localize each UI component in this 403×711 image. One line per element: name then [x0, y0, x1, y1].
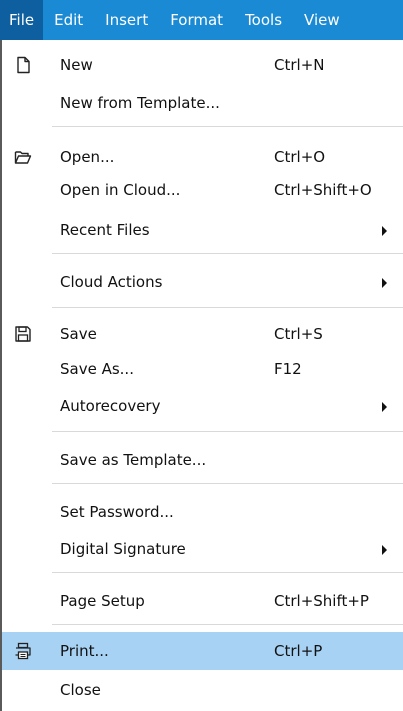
menu-item-label: Recent Files — [60, 221, 150, 239]
menu-item-label: Autorecovery — [60, 397, 161, 415]
menu-item-digital-signature[interactable]: Digital Signature — [2, 534, 403, 564]
menu-edit[interactable]: Edit — [43, 0, 94, 40]
shortcut-label: Ctrl+Shift+O — [274, 181, 372, 199]
shortcut-label: F12 — [274, 360, 302, 378]
menu-item-autorecovery[interactable]: Autorecovery — [2, 391, 403, 421]
menu-item-set-password[interactable]: Set Password... — [2, 497, 403, 527]
menu-item-cloud-actions[interactable]: Cloud Actions — [2, 267, 403, 297]
menu-separator — [52, 624, 403, 625]
menu-item-close[interactable]: Close — [2, 675, 403, 705]
menu-separator — [52, 253, 403, 254]
menu-separator — [52, 431, 403, 432]
menu-item-label: New from Template... — [60, 94, 220, 112]
menu-item-new-from-template[interactable]: New from Template... — [2, 88, 403, 118]
shortcut-label: Ctrl+O — [274, 148, 326, 166]
menu-item-print[interactable]: Print... Ctrl+P — [2, 632, 403, 670]
printer-icon — [15, 642, 31, 660]
menu-item-label: Digital Signature — [60, 540, 186, 558]
menu-item-label: New — [60, 56, 93, 74]
menu-format[interactable]: Format — [159, 0, 234, 40]
menu-bar: File Edit Insert Format Tools View — [0, 0, 403, 40]
save-icon — [15, 326, 31, 342]
menu-item-open[interactable]: Open... Ctrl+O — [2, 142, 403, 172]
menu-item-label: Page Setup — [60, 592, 145, 610]
menu-separator — [52, 307, 403, 308]
menu-item-new[interactable]: New Ctrl+N — [2, 50, 403, 80]
menu-item-open-in-cloud[interactable]: Open in Cloud... Ctrl+Shift+O — [2, 175, 403, 205]
menu-file[interactable]: File — [0, 0, 44, 40]
shortcut-label: Ctrl+N — [274, 56, 325, 74]
menu-item-recent-files[interactable]: Recent Files — [2, 215, 403, 245]
menu-tools[interactable]: Tools — [234, 0, 293, 40]
menu-item-save-as-template[interactable]: Save as Template... — [2, 445, 403, 475]
file-menu-dropdown: New Ctrl+N New from Template... Open... … — [0, 40, 403, 711]
shortcut-label: Ctrl+S — [274, 325, 323, 343]
menu-separator — [52, 572, 403, 573]
shortcut-label: Ctrl+P — [274, 642, 323, 660]
menu-item-label: Set Password... — [60, 503, 174, 521]
submenu-arrow-icon — [382, 545, 387, 555]
menu-item-save-as[interactable]: Save As... F12 — [2, 354, 403, 384]
folder-open-icon — [14, 151, 32, 164]
menu-item-label: Save as Template... — [60, 451, 207, 469]
menu-item-label: Print... — [60, 642, 109, 660]
submenu-arrow-icon — [382, 402, 387, 412]
submenu-arrow-icon — [382, 278, 387, 288]
submenu-arrow-icon — [382, 226, 387, 236]
menu-item-label: Open... — [60, 148, 115, 166]
menu-view[interactable]: View — [293, 0, 351, 40]
menu-separator — [52, 126, 403, 127]
menu-item-save[interactable]: Save Ctrl+S — [2, 319, 403, 349]
menu-insert[interactable]: Insert — [94, 0, 159, 40]
new-document-icon — [17, 56, 30, 74]
menu-item-label: Save As... — [60, 360, 134, 378]
menu-item-label: Open in Cloud... — [60, 181, 181, 199]
menu-separator — [52, 483, 403, 484]
menu-item-label: Save — [60, 325, 97, 343]
shortcut-label: Ctrl+Shift+P — [274, 592, 369, 610]
menu-item-label: Cloud Actions — [60, 273, 163, 291]
menu-item-page-setup[interactable]: Page Setup Ctrl+Shift+P — [2, 586, 403, 616]
menu-item-label: Close — [60, 681, 101, 699]
